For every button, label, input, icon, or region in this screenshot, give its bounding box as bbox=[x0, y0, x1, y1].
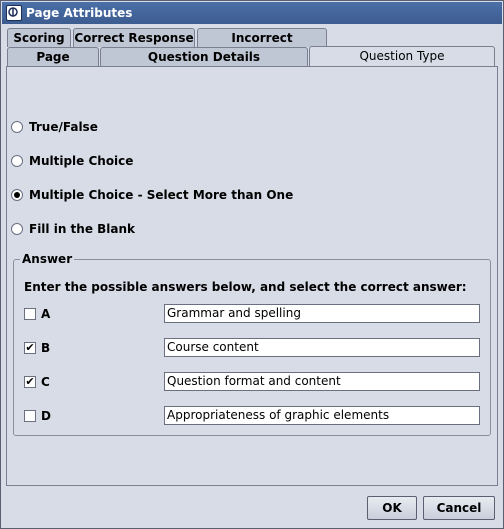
answer-d-checkbox[interactable] bbox=[24, 410, 36, 422]
answer-row-c: ✔ C Question format and content bbox=[24, 372, 490, 394]
radio-label: True/False bbox=[29, 120, 98, 134]
answer-b-letter: B bbox=[41, 341, 51, 355]
tab-incorrect-response[interactable]: Incorrect Response bbox=[197, 28, 327, 64]
tab-page[interactable]: Page bbox=[7, 47, 99, 66]
answer-row-d: D Appropriateness of graphic elements bbox=[24, 406, 490, 428]
answer-instructions: Enter the possible answers below, and se… bbox=[24, 280, 467, 294]
answer-c-letter: C bbox=[41, 375, 50, 389]
radio-label: Multiple Choice bbox=[29, 154, 134, 168]
answer-c-checkbox[interactable]: ✔ bbox=[24, 376, 36, 388]
ok-button[interactable]: OK bbox=[367, 496, 417, 520]
radio-label: Multiple Choice - Select More than One bbox=[29, 188, 294, 202]
radio-label: Fill in the Blank bbox=[29, 222, 136, 236]
answer-c-input[interactable]: Question format and content bbox=[164, 372, 480, 391]
answer-a-letter: A bbox=[41, 307, 51, 321]
answer-group-title: Answer bbox=[20, 252, 75, 266]
answer-group: Answer Enter the possible answers below,… bbox=[13, 252, 491, 436]
window-title: Page Attributes bbox=[26, 6, 133, 20]
tab-scoring[interactable]: Scoring bbox=[7, 28, 71, 47]
radio-button[interactable] bbox=[11, 155, 23, 167]
cancel-button[interactable]: Cancel bbox=[423, 496, 495, 520]
tab-correct-response[interactable]: Correct Response bbox=[73, 28, 195, 47]
answer-b-input[interactable]: Course content bbox=[164, 338, 480, 357]
radio-button[interactable] bbox=[11, 189, 23, 201]
answer-d-input[interactable]: Appropriateness of graphic elements bbox=[164, 406, 480, 425]
answer-row-a: A Grammar and spelling bbox=[24, 304, 490, 326]
title-bar[interactable]: Page Attributes bbox=[2, 2, 502, 24]
tab-question-type[interactable]: Question Type bbox=[309, 46, 495, 68]
answer-row-b: ✔ B Course content bbox=[24, 338, 490, 360]
radio-button[interactable] bbox=[11, 223, 23, 235]
answer-b-checkbox[interactable]: ✔ bbox=[24, 342, 36, 354]
answer-a-checkbox[interactable] bbox=[24, 308, 36, 320]
radio-button[interactable] bbox=[11, 121, 23, 133]
answer-a-input[interactable]: Grammar and spelling bbox=[164, 304, 480, 323]
app-icon bbox=[6, 5, 22, 21]
answer-d-letter: D bbox=[41, 409, 51, 423]
tab-question-details[interactable]: Question Details bbox=[100, 47, 308, 66]
dialog-window: Page Attributes Scoring Correct Response… bbox=[0, 0, 504, 529]
